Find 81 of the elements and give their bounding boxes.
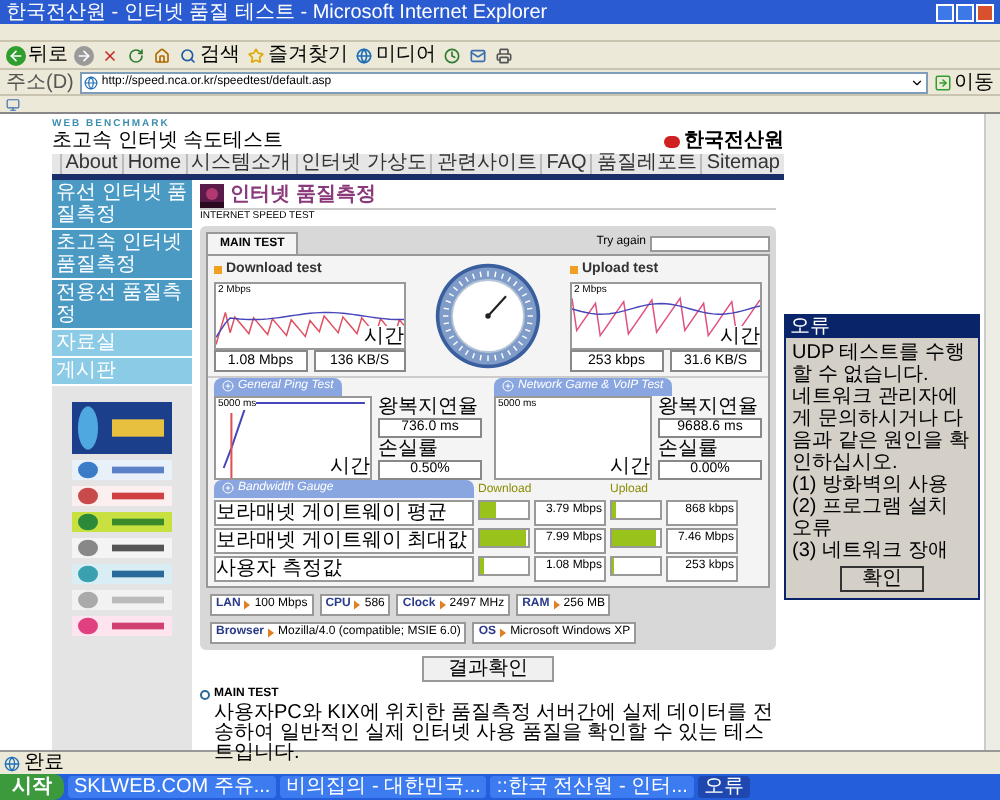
triangle-icon — [553, 599, 560, 609]
nav-link[interactable]: 시스템소개 — [185, 154, 296, 174]
bullet-icon — [570, 266, 578, 275]
plus-icon — [222, 380, 234, 392]
try-again-field[interactable] — [650, 235, 770, 251]
note-text: 사용자PC와 KIX에 위치한 품질측정 서버간에 실제 데이터를 전송하여 일반적인 실제 인터넷 사용 품질을 확인할 수 있는 테스트입니다. — [212, 703, 775, 763]
site-title: 초고속 인터넷 속도테스트 — [52, 130, 284, 152]
go-button[interactable]: 이동 — [934, 71, 994, 93]
status-text: 완료 — [24, 752, 64, 774]
home-icon — [152, 45, 172, 65]
speed-gauge-drawing — [434, 261, 542, 370]
page-icon — [4, 755, 20, 771]
window-title: 한국전산원 - 인터넷 품질 테스트 - Microsoft Internet Explorer — [6, 1, 548, 23]
dialog-text: (1) 방화벽의 사용 — [792, 474, 950, 496]
triangle-icon — [244, 599, 251, 609]
logo-icon — [664, 135, 680, 147]
close-button[interactable] — [976, 3, 994, 21]
page-title: 인터넷 품질측정 — [230, 184, 376, 208]
globe-icon — [354, 45, 374, 65]
row-label: 보라매넷 게이트웨이 최대값 — [214, 527, 474, 553]
axis-label: 시간 — [720, 325, 760, 347]
start-button[interactable]: 시작 — [0, 774, 64, 800]
triangle-icon — [500, 627, 507, 637]
nav-link[interactable]: 품질레포트 — [590, 154, 701, 174]
field-label: 왕복지연율 — [378, 395, 480, 417]
address-label: 주소(D) — [6, 71, 74, 93]
ok-button[interactable]: 확인 — [840, 566, 924, 592]
bullet-icon — [200, 689, 210, 699]
dialog-text: (3) 네트워크 장애 — [792, 540, 950, 562]
nav-link[interactable]: Home — [121, 154, 186, 174]
nav-link[interactable]: About — [59, 154, 122, 174]
nav-link[interactable]: 관련사이트 — [430, 154, 541, 174]
dialog-text: (2) 프로그램 설치 오류 — [792, 496, 950, 540]
plus-icon — [222, 482, 234, 494]
dialog-text: 네트워크 관리자에게 문의하시거나 다음과 같은 원인을 확인하십시오. — [792, 386, 971, 474]
links-icon[interactable] — [6, 97, 20, 111]
toolbar-button[interactable] — [126, 43, 146, 67]
plus-icon — [502, 380, 514, 392]
toolbar-button[interactable]: 즐겨찾기 — [246, 43, 348, 67]
search-icon — [178, 45, 198, 65]
nav-link[interactable]: FAQ — [540, 154, 591, 174]
star-icon — [246, 45, 266, 65]
refresh-icon — [126, 45, 146, 65]
maximize-button[interactable] — [956, 3, 974, 21]
result-button[interactable]: 결과확인 — [422, 655, 554, 681]
triangle-icon — [439, 599, 446, 609]
field-label: 왕복지연율 — [658, 395, 760, 417]
dialog-title: 오류 — [786, 316, 978, 338]
toolbar-button[interactable] — [442, 43, 462, 67]
dialog-text: UDP 테스트를 수행할 수 없습니다. — [792, 342, 967, 386]
field-label: 손실률 — [378, 437, 440, 459]
toolbar-button[interactable] — [74, 43, 94, 67]
taskbar-button[interactable]: SKLWEB.COM 주유... — [68, 776, 277, 798]
page-icon — [83, 75, 98, 89]
row-label: 사용자 측정값 — [214, 555, 474, 581]
taskbar-button[interactable]: 비의집의 - 대한민국... — [280, 776, 487, 798]
nav-link[interactable]: Sitemap — [700, 154, 784, 174]
triangle-icon — [268, 627, 275, 637]
mail-icon — [468, 45, 488, 65]
printer-icon — [494, 45, 514, 65]
axis-label: 시간 — [330, 455, 370, 477]
minimize-button[interactable] — [936, 3, 954, 21]
toolbar-button[interactable]: 뒤로 — [6, 43, 68, 67]
taskbar-button[interactable]: 오류 — [697, 776, 750, 798]
taskbar-button[interactable]: ::한국 전산원 - 인터... — [490, 776, 694, 798]
nav-link[interactable]: 인터넷 가상도 — [295, 154, 431, 174]
bullet-icon — [214, 266, 222, 275]
dropdown-icon — [910, 75, 924, 89]
organization-name: 한국전산원 — [684, 130, 784, 152]
axis-label: 시간 — [364, 325, 404, 347]
triangle-icon — [354, 599, 361, 609]
row-label: 보라매넷 게이트웨이 평균 — [214, 499, 474, 525]
toolbar-button[interactable]: 검색 — [178, 43, 240, 67]
toolbar-button[interactable] — [494, 43, 514, 67]
close-icon — [100, 45, 120, 65]
toolbar-button[interactable] — [152, 43, 172, 67]
clock-icon — [442, 45, 462, 65]
toolbar-button[interactable]: 미디어 — [354, 43, 436, 67]
axis-label: 시간 — [610, 455, 650, 477]
scrollbar[interactable] — [984, 114, 1000, 750]
field-label: 손실률 — [658, 437, 720, 459]
